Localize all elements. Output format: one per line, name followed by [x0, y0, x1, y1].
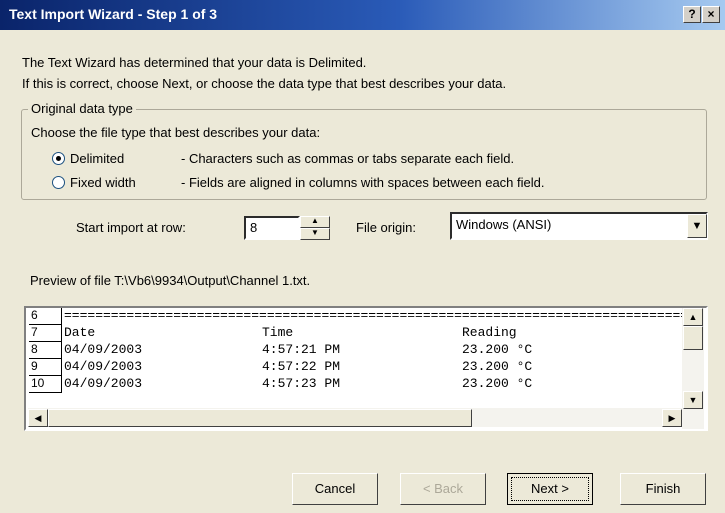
row-number: 10: [29, 376, 62, 393]
preview-row: 9 04/09/2003 4:57:22 PM 23.200 °C: [26, 359, 682, 376]
preview-cell: 23.200 °C: [462, 359, 533, 374]
preview-row: 7 Date Time Reading: [26, 325, 682, 342]
preview-rows: 6 =======================================…: [26, 308, 688, 393]
close-button[interactable]: ×: [702, 6, 720, 23]
delimited-radio[interactable]: [52, 152, 65, 165]
delimited-description: - Characters such as commas or tabs sepa…: [181, 151, 515, 166]
radio-selected-dot: [56, 156, 61, 161]
preview-cell: 04/09/2003: [64, 376, 143, 391]
file-type-prompt: Choose the file type that best describes…: [31, 125, 321, 140]
preview-cell: 23.200 °C: [462, 342, 533, 357]
scroll-right-arrow-icon[interactable]: ▶: [662, 409, 682, 427]
file-origin-label: File origin:: [356, 220, 416, 235]
start-row-spinner[interactable]: ▲ ▼: [300, 216, 330, 240]
horizontal-scroll-thumb[interactable]: [48, 409, 472, 427]
preview-cell: ========================================…: [64, 308, 689, 323]
text-import-wizard-dialog: Text Import Wizard - Step 1 of 3 ? × The…: [0, 0, 725, 513]
fixed-width-label[interactable]: Fixed width: [70, 175, 136, 190]
help-button[interactable]: ?: [683, 6, 701, 23]
preview-cell: 4:57:22 PM: [262, 359, 341, 374]
start-row-input[interactable]: 8: [244, 216, 300, 240]
window-title: Text Import Wizard - Step 1 of 3: [9, 6, 218, 22]
vertical-scrollbar[interactable]: ▲ ▼: [682, 308, 704, 429]
spin-up-button[interactable]: ▲: [300, 216, 330, 228]
finish-button[interactable]: Finish: [620, 473, 706, 505]
preview-cell: 04/09/2003: [64, 342, 143, 357]
preview-row: 6 =======================================…: [26, 308, 688, 325]
file-origin-dropdown-button[interactable]: ▼: [687, 214, 707, 238]
preview-cell: 04/09/2003: [64, 359, 143, 374]
group-legend: Original data type: [28, 101, 136, 116]
scroll-up-arrow-icon[interactable]: ▲: [683, 308, 703, 326]
delimited-label[interactable]: Delimited: [70, 151, 124, 166]
file-origin-select[interactable]: Windows (ANSI): [450, 212, 708, 240]
file-preview-pane[interactable]: 6 =======================================…: [24, 306, 708, 431]
preview-row: 10 04/09/2003 4:57:23 PM 23.200 °C: [26, 376, 682, 393]
back-button[interactable]: < Back: [400, 473, 486, 505]
preview-row: 8 04/09/2003 4:57:21 PM 23.200 °C: [26, 342, 682, 359]
intro-line-1: The Text Wizard has determined that your…: [22, 55, 367, 70]
preview-cell: 4:57:21 PM: [262, 342, 341, 357]
preview-cell: 4:57:23 PM: [262, 376, 341, 391]
row-number: 8: [29, 342, 62, 359]
title-bar: Text Import Wizard - Step 1 of 3 ? ×: [0, 0, 725, 30]
preview-label: Preview of file T:\Vb6\9934\Output\Chann…: [30, 273, 311, 288]
next-button[interactable]: Next >: [507, 473, 593, 505]
spin-down-button[interactable]: ▼: [300, 228, 330, 240]
row-number: 9: [29, 359, 62, 376]
fixed-width-radio[interactable]: [52, 176, 65, 189]
row-number: 6: [29, 308, 62, 325]
preview-cell: Time: [262, 325, 294, 340]
start-row-label: Start import at row:: [76, 220, 186, 235]
preview-cell: Date: [64, 325, 96, 340]
row-number: 7: [29, 325, 62, 342]
preview-cell: Reading: [462, 325, 517, 340]
horizontal-scrollbar[interactable]: ◀ ▶: [28, 408, 682, 427]
cancel-button[interactable]: Cancel: [292, 473, 378, 505]
intro-line-2: If this is correct, choose Next, or choo…: [22, 76, 507, 91]
scroll-left-arrow-icon[interactable]: ◀: [28, 409, 48, 427]
vertical-scroll-thumb[interactable]: [683, 326, 703, 350]
scroll-down-arrow-icon[interactable]: ▼: [683, 391, 703, 409]
fixed-width-description: - Fields are aligned in columns with spa…: [181, 175, 545, 190]
preview-cell: 23.200 °C: [462, 376, 533, 391]
next-button-label: Next >: [511, 477, 589, 501]
